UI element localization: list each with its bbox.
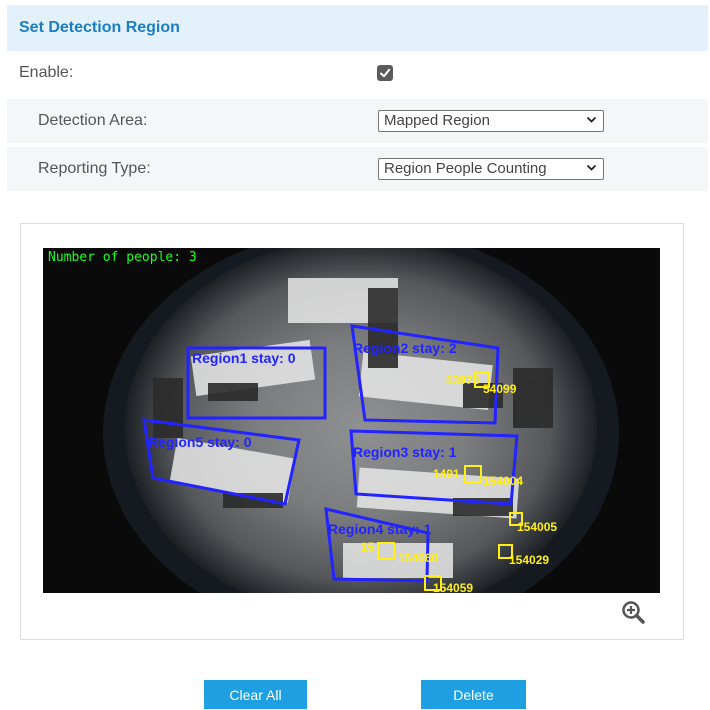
track-id-label: 1491 [433,467,460,481]
section-title: Set Detection Region [19,19,180,36]
track-id-label: 154059 [433,581,474,593]
chevron-down-icon [586,116,597,123]
zoom-in-icon [622,601,645,624]
region-label: Region2 stay: 2 [353,340,457,356]
reporting-type-select[interactable]: Region People Counting [378,158,604,180]
detection-area-label: Detection Area: [38,112,148,129]
zoom-in-button[interactable] [621,600,645,624]
detection-area-select[interactable]: Mapped Region [378,110,604,132]
reporting-type-label: Reporting Type: [38,160,151,177]
enable-label: Enable: [19,64,74,81]
video-canvas[interactable]: Number of people: 3 Region1 stay: 0 Regi… [43,248,660,593]
reporting-type-row: Reporting Type: Region People Counting [7,147,708,191]
people-count-overlay: Number of people: 3 [48,250,197,265]
detection-area-value: Mapped Region [384,112,490,129]
clear-all-button[interactable]: Clear All [204,680,307,709]
region-label: Region4 stay: 1 [328,521,432,537]
region-label: Region1 stay: 0 [192,350,296,366]
enable-checkbox[interactable] [377,65,393,81]
chevron-down-icon [586,164,597,171]
track-id-label: 154060 [398,551,439,565]
region-label: Region5 stay: 0 [148,434,252,450]
track-id-label: 15 [361,540,375,554]
track-id-label: 53978 [446,373,480,387]
delete-button[interactable]: Delete [421,680,526,709]
region-label: Region3 stay: 1 [353,444,457,460]
section-header: Set Detection Region [7,5,708,51]
fisheye-image [43,248,660,593]
track-id-label: 154004 [483,474,524,488]
detection-area-row: Detection Area: Mapped Region [7,99,708,143]
reporting-type-value: Region People Counting [384,160,547,177]
track-id-label: 54099 [483,382,517,396]
enable-row: Enable: [7,51,708,95]
track-id-label: 154029 [509,553,550,567]
video-preview-panel: Number of people: 3 Region1 stay: 0 Regi… [20,223,684,640]
check-icon [380,68,391,78]
track-id-label: 154005 [517,520,558,534]
